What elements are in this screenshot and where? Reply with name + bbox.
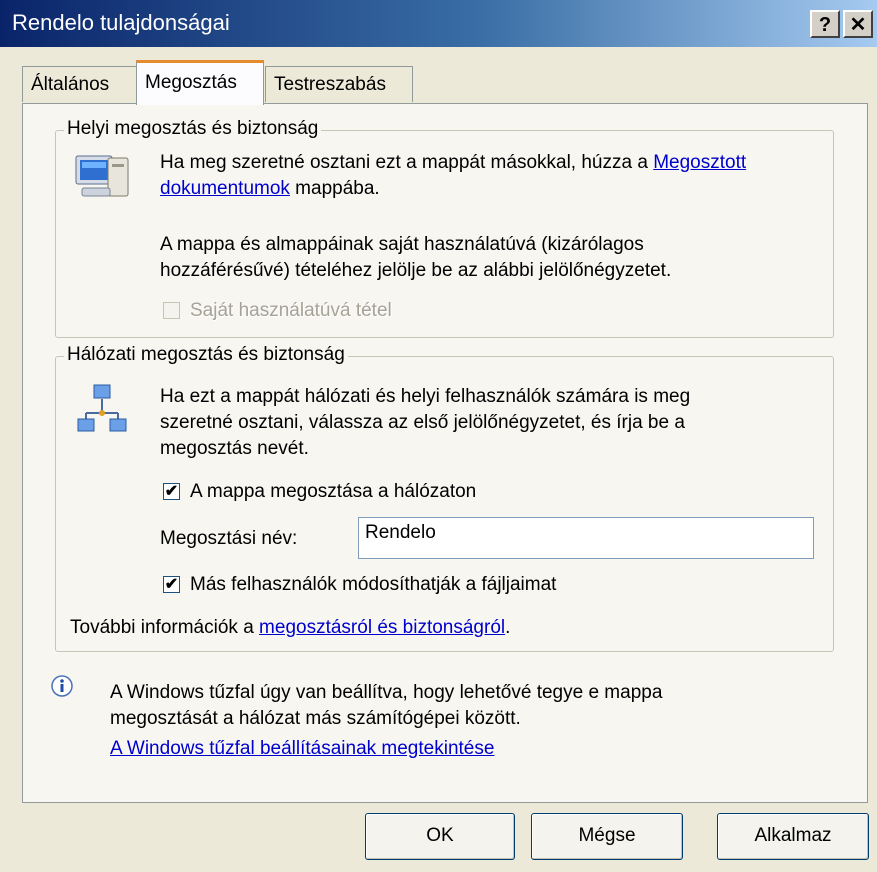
- private-checkbox[interactable]: [163, 302, 180, 319]
- tab-general-label: Általános: [31, 74, 110, 95]
- more-info-post: .: [505, 617, 511, 638]
- network-text-line3: megosztás nevét.: [160, 438, 309, 459]
- more-info-text: További információk a megosztásról és bi…: [70, 615, 510, 641]
- help-button[interactable]: ?: [810, 10, 840, 38]
- close-icon: ✕: [849, 14, 867, 36]
- computer-icon: [75, 155, 129, 197]
- share-name-input[interactable]: Rendelo: [358, 517, 814, 559]
- more-info-pre: További információk a: [70, 617, 260, 638]
- network-sharing-legend: Hálózati megosztás és biztonság: [64, 344, 348, 366]
- network-text-line2: szeretné osztani, válassza az első jelöl…: [160, 412, 685, 433]
- share-name-label: Megosztási név:: [160, 528, 298, 549]
- checkmark-icon: ✔: [164, 483, 179, 500]
- local-text-post: mappába.: [289, 178, 380, 199]
- local-text-pre: Ha meg szeretné osztani ezt a mappát más…: [160, 152, 654, 173]
- close-button[interactable]: ✕: [843, 10, 873, 38]
- tab-sharing-label: Megosztás: [145, 72, 237, 93]
- local-sharing-legend: Helyi megosztás és biztonság: [64, 118, 322, 140]
- window-title: Rendelo tulajdonságai: [12, 10, 230, 35]
- local-text2-line1: A mappa és almappáinak saját használatúv…: [160, 234, 644, 255]
- network-text-line1: Ha ezt a mappát hálózati és helyi felhas…: [160, 386, 691, 407]
- firewall-settings-link[interactable]: A Windows tűzfal beállításainak megtekin…: [110, 736, 494, 762]
- local-text2-line2: hozzáférésűvé) tételéhez jelölje be az a…: [160, 260, 672, 281]
- tab-sharing[interactable]: Megosztás: [136, 60, 264, 105]
- cancel-button-label: Mégse: [578, 825, 636, 846]
- firewall-info-text: A Windows tűzfal úgy van beállítva, hogy…: [110, 680, 662, 732]
- firewall-info-line2: megosztását a hálózat más számítógépei k…: [110, 708, 521, 729]
- network-icon: [77, 384, 127, 432]
- shared-documents-link-part2[interactable]: dokumentumok: [160, 178, 290, 199]
- local-sharing-text-1: Ha meg szeretné osztani ezt a mappát más…: [160, 150, 746, 202]
- share-on-network-label: A mappa megosztása a hálózaton: [190, 481, 477, 502]
- share-on-network-checkbox[interactable]: ✔: [163, 483, 180, 500]
- network-sharing-text: Ha ezt a mappát hálózati és helyi felhas…: [160, 384, 690, 462]
- share-name-value: Rendelo: [365, 522, 436, 543]
- tab-customize[interactable]: Testreszabás: [265, 66, 413, 102]
- checkmark-icon: ✔: [164, 576, 179, 593]
- allow-modify-checkbox[interactable]: ✔: [163, 576, 180, 593]
- apply-button[interactable]: Alkalmaz: [717, 813, 869, 860]
- apply-button-label: Alkalmaz: [754, 825, 832, 846]
- local-sharing-text-2: A mappa és almappáinak saját használatúv…: [160, 232, 671, 284]
- ok-button-label: OK: [426, 825, 454, 846]
- allow-modify-label: Más felhasználók módosíthatják a fájljai…: [190, 574, 557, 595]
- ok-button[interactable]: OK: [365, 813, 515, 860]
- sharing-security-link[interactable]: megosztásról és biztonságról: [259, 617, 505, 638]
- title-bar: Rendelo tulajdonságai ? ✕: [0, 0, 877, 47]
- private-checkbox-label: Saját használatúvá tétel: [190, 300, 392, 321]
- firewall-info-line1: A Windows tűzfal úgy van beállítva, hogy…: [110, 682, 663, 703]
- cancel-button[interactable]: Mégse: [531, 813, 683, 860]
- info-icon: [51, 675, 73, 697]
- tab-general[interactable]: Általános: [22, 66, 137, 102]
- shared-documents-link-part1[interactable]: Megosztott: [653, 152, 746, 173]
- tab-customize-label: Testreszabás: [274, 74, 386, 95]
- help-icon: ?: [818, 14, 832, 36]
